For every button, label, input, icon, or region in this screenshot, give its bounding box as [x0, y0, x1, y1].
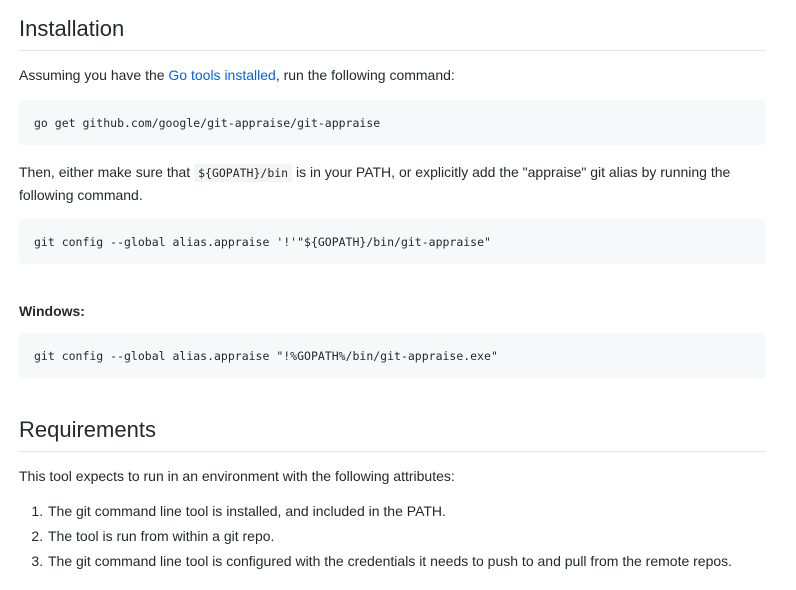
readme-content: Installation Assuming you have the Go to… [0, 0, 796, 590]
windows-label: Windows: [19, 303, 85, 319]
intro-text-before: Assuming you have the [19, 67, 169, 83]
installation-then: Then, either make sure that ${GOPATH}/bi… [19, 161, 759, 206]
code-block-go-get: go get github.com/google/git-appraise/gi… [19, 100, 766, 145]
then-text-before: Then, either make sure that [19, 164, 195, 180]
code-block-windows: git config --global alias.appraise "!%GO… [19, 333, 766, 378]
installation-intro: Assuming you have the Go tools installed… [19, 64, 759, 86]
installation-heading: Installation [19, 16, 766, 51]
code-block-git-config: git config --global alias.appraise '!'"$… [19, 219, 766, 264]
list-item: The git command line tool is installed, … [47, 499, 732, 524]
go-tools-link[interactable]: Go tools installed [168, 67, 275, 83]
requirements-intro: This tool expects to run in an environme… [19, 468, 455, 484]
list-item: The tool is run from within a git repo. [47, 524, 732, 549]
intro-text-after: , run the following command: [275, 67, 455, 83]
gopath-inline-code: ${GOPATH}/bin [194, 164, 293, 182]
list-item: The git command line tool is configured … [47, 549, 732, 574]
requirements-heading: Requirements [19, 417, 766, 452]
requirements-list: The git command line tool is installed, … [19, 499, 732, 574]
